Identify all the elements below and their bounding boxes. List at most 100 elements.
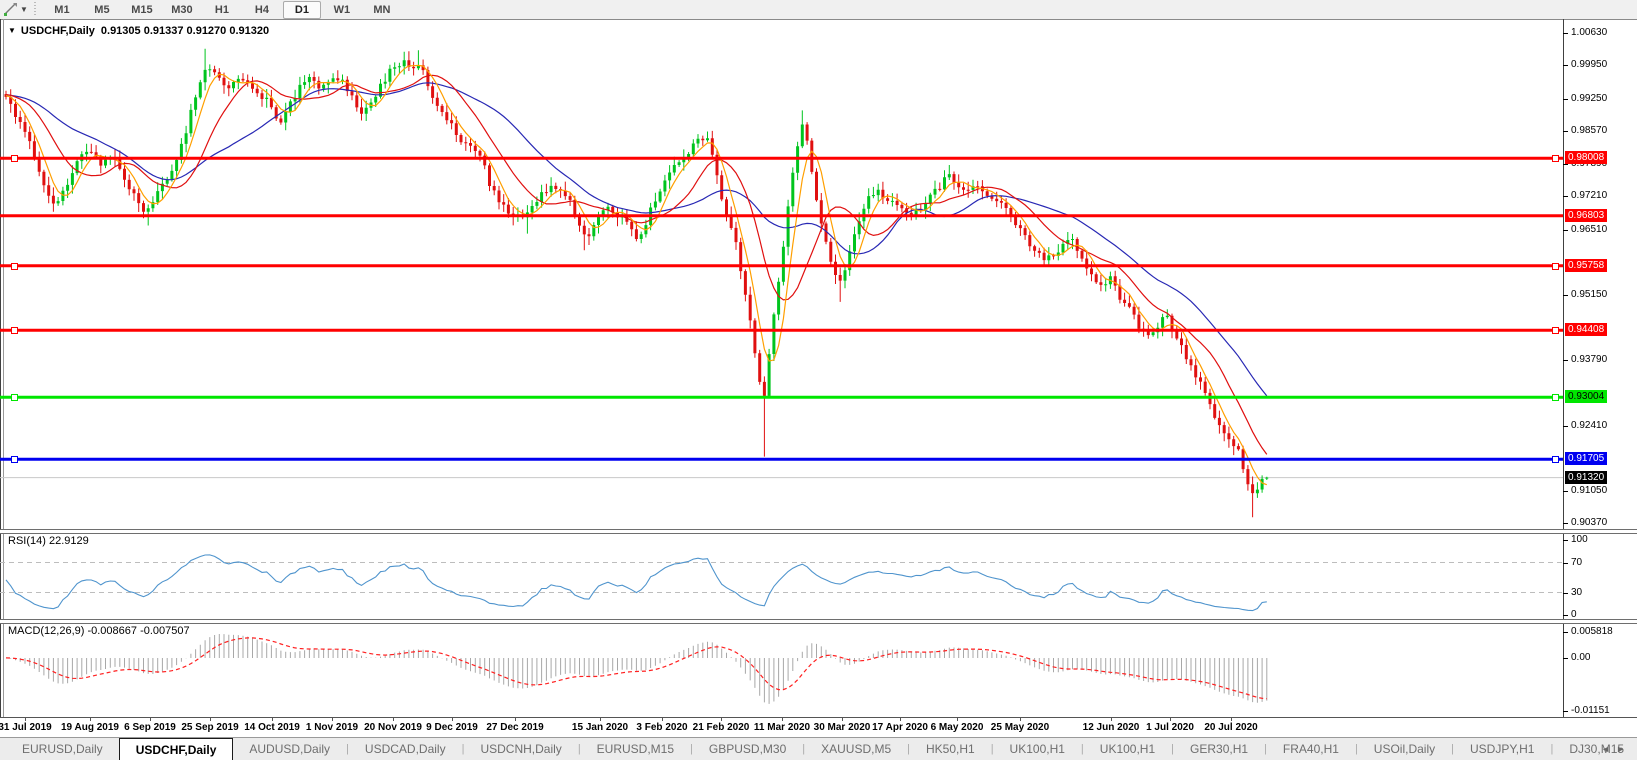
date-tick-mark xyxy=(721,718,722,721)
symbol-tab-hk50-h1[interactable]: HK50,H1 xyxy=(910,738,991,760)
symbol-tab-uk100-h1[interactable]: UK100,H1 xyxy=(994,738,1081,760)
line-handle[interactable] xyxy=(1552,327,1559,335)
date-tick-label: 11 Mar 2020 xyxy=(753,722,811,733)
macd-tick-label: 0.00 xyxy=(1571,652,1591,663)
line-handle[interactable] xyxy=(11,155,18,163)
price-tick-label: 0.90370 xyxy=(1571,517,1608,528)
rsi-tick-label: 70 xyxy=(1571,556,1583,568)
price-tick-mark xyxy=(1563,33,1568,34)
symbol-tab-eurusd-m15[interactable]: EURUSD,M15 xyxy=(581,738,690,760)
date-tick-mark xyxy=(842,718,843,721)
rsi-pane-separator[interactable] xyxy=(0,529,1637,534)
symbol-tab-uk100-h1[interactable]: UK100,H1 xyxy=(1084,738,1171,760)
price-tick-label: 0.99950 xyxy=(1571,59,1608,71)
price-tick-mark xyxy=(1563,98,1568,100)
timeframe-button-d1[interactable]: D1 xyxy=(282,0,321,19)
timeframe-button-m5[interactable]: M5 xyxy=(83,1,121,19)
symbol-tab-fra40-h1[interactable]: FRA40,H1 xyxy=(1267,738,1355,760)
date-tick-mark xyxy=(25,718,26,721)
symbol-tab-xauusd-m5[interactable]: XAUUSD,M5 xyxy=(805,738,907,760)
symbol-tab-usdcad-daily[interactable]: USDCAD,Daily xyxy=(349,738,462,760)
date-tick-label: 27 Dec 2019 xyxy=(486,722,544,733)
price-line-label: 0.98008 xyxy=(1565,151,1608,165)
price-tick-label: 0.96510 xyxy=(1571,223,1608,235)
trading-platform-window: ▼ M1 M5 M15 M30 H1 H4 D1 W1 MN ▼ USDCHF,Daily 0.91… xyxy=(0,0,1637,760)
toolbar-grip[interactable] xyxy=(33,2,36,17)
macd-histogram xyxy=(10,634,1268,704)
timeframe-button-h1[interactable]: H1 xyxy=(203,1,241,19)
rsi-label: RSI(14) 22.9129 xyxy=(8,535,89,547)
main-chart-pane[interactable] xyxy=(0,20,1563,529)
date-tick-mark xyxy=(1231,718,1232,721)
drawing-cursor-icon[interactable] xyxy=(3,2,19,17)
date-axis[interactable]: 31 Jul 2019 19 Aug 2019 6 Sep 2019 25 Sep 2… xyxy=(0,718,1637,737)
bullish-candle-wicks xyxy=(57,48,1268,498)
macd-tick-mark xyxy=(1563,632,1568,633)
date-tick-mark xyxy=(210,718,211,721)
timeframe-button-m30[interactable]: M30 xyxy=(163,1,201,19)
date-tick-label: 20 Jul 2020 xyxy=(1204,722,1258,733)
rsi-line xyxy=(5,554,1267,612)
line-handle[interactable] xyxy=(1552,394,1559,402)
symbol-tab-eurusd-daily[interactable]: EURUSD,Daily xyxy=(6,738,119,760)
timeframe-button-mn[interactable]: MN xyxy=(363,1,401,19)
moving-average-fast xyxy=(5,64,1268,486)
date-tick-mark xyxy=(1020,718,1021,721)
timeframe-button-m1[interactable]: M1 xyxy=(43,1,81,19)
line-handle[interactable] xyxy=(1552,262,1559,270)
rsi-tick-mark xyxy=(1563,592,1568,594)
date-tick-label: 12 Jun 2020 xyxy=(1082,722,1140,733)
timeframe-buttons: M1 M5 M15 M30 H1 H4 D1 W1 MN xyxy=(42,0,402,19)
symbol-tab-gbpusd-m30[interactable]: GBPUSD,M30 xyxy=(693,738,802,760)
chart-title: ▼ USDCHF,Daily 0.91305 0.91337 0.91270 0.9… xyxy=(8,25,269,37)
price-line-label: 0.91705 xyxy=(1565,452,1608,466)
price-tick-mark xyxy=(1563,229,1568,231)
price-tick-label: 0.99250 xyxy=(1571,92,1608,104)
line-handle[interactable] xyxy=(11,262,18,270)
date-tick-mark xyxy=(90,718,91,721)
date-tick-label: 25 May 2020 xyxy=(990,722,1050,733)
rsi-pane[interactable] xyxy=(0,532,1563,619)
tab-scroll-left-icon[interactable]: ◄ xyxy=(1601,744,1616,754)
date-tick-mark xyxy=(452,718,453,721)
symbol-tab-usoil-daily[interactable]: USOil,Daily xyxy=(1358,738,1451,760)
line-handle[interactable] xyxy=(11,394,18,402)
date-tick-mark xyxy=(393,718,394,721)
price-tick-mark xyxy=(1563,523,1568,524)
tab-scroll-right-icon[interactable]: ► xyxy=(1616,744,1631,754)
timeframe-button-m15[interactable]: M15 xyxy=(123,1,161,19)
macd-tick-mark xyxy=(1563,711,1568,712)
symbol-tab-ger30-h1[interactable]: GER30,H1 xyxy=(1174,738,1264,760)
tab-scroll-arrows[interactable]: ◄► xyxy=(1601,738,1631,760)
date-tick-mark xyxy=(782,718,783,721)
line-handle[interactable] xyxy=(11,327,18,335)
line-handle[interactable] xyxy=(1552,155,1559,163)
date-tick-mark xyxy=(900,718,901,721)
chart-menu-arrow-icon[interactable]: ▼ xyxy=(8,26,16,35)
price-tick-mark xyxy=(1563,65,1568,67)
date-tick-label: 3 Feb 2020 xyxy=(636,722,688,733)
timeframe-button-w1[interactable]: W1 xyxy=(323,1,361,19)
date-tick-label: 31 Jul 2019 xyxy=(0,722,52,733)
toolbar-caret-icon[interactable]: ▼ xyxy=(20,5,28,14)
price-tick-label: 0.91050 xyxy=(1571,484,1608,496)
line-handle[interactable] xyxy=(1552,456,1559,464)
macd-pane-separator[interactable] xyxy=(0,619,1637,624)
date-tick-label: 14 Oct 2019 xyxy=(244,722,300,733)
price-tick-label: 1.00630 xyxy=(1571,27,1608,38)
symbol-tab-usdcnh-daily[interactable]: USDCNH,Daily xyxy=(464,738,577,760)
symbol-tab-audusd-daily[interactable]: AUDUSD,Daily xyxy=(233,738,346,760)
rsi-tick-label: 30 xyxy=(1571,586,1583,598)
symbol-tab-usdchf-daily[interactable]: USDCHF,Daily xyxy=(118,738,234,760)
date-tick-mark xyxy=(1111,718,1112,721)
date-tick-mark xyxy=(662,718,663,721)
date-tick-label: 25 Sep 2019 xyxy=(181,722,239,733)
line-handle[interactable] xyxy=(11,456,18,464)
symbol-tab-usdjpy-h1[interactable]: USDJPY,H1 xyxy=(1454,738,1550,760)
date-tick-label: 15 Jan 2020 xyxy=(571,722,629,733)
timeframe-button-h4[interactable]: H4 xyxy=(243,1,281,19)
date-tick-mark xyxy=(150,718,151,721)
date-tick-label: 6 May 2020 xyxy=(930,722,984,733)
macd-pane[interactable] xyxy=(0,622,1563,717)
rsi-tick-mark xyxy=(1563,540,1568,541)
